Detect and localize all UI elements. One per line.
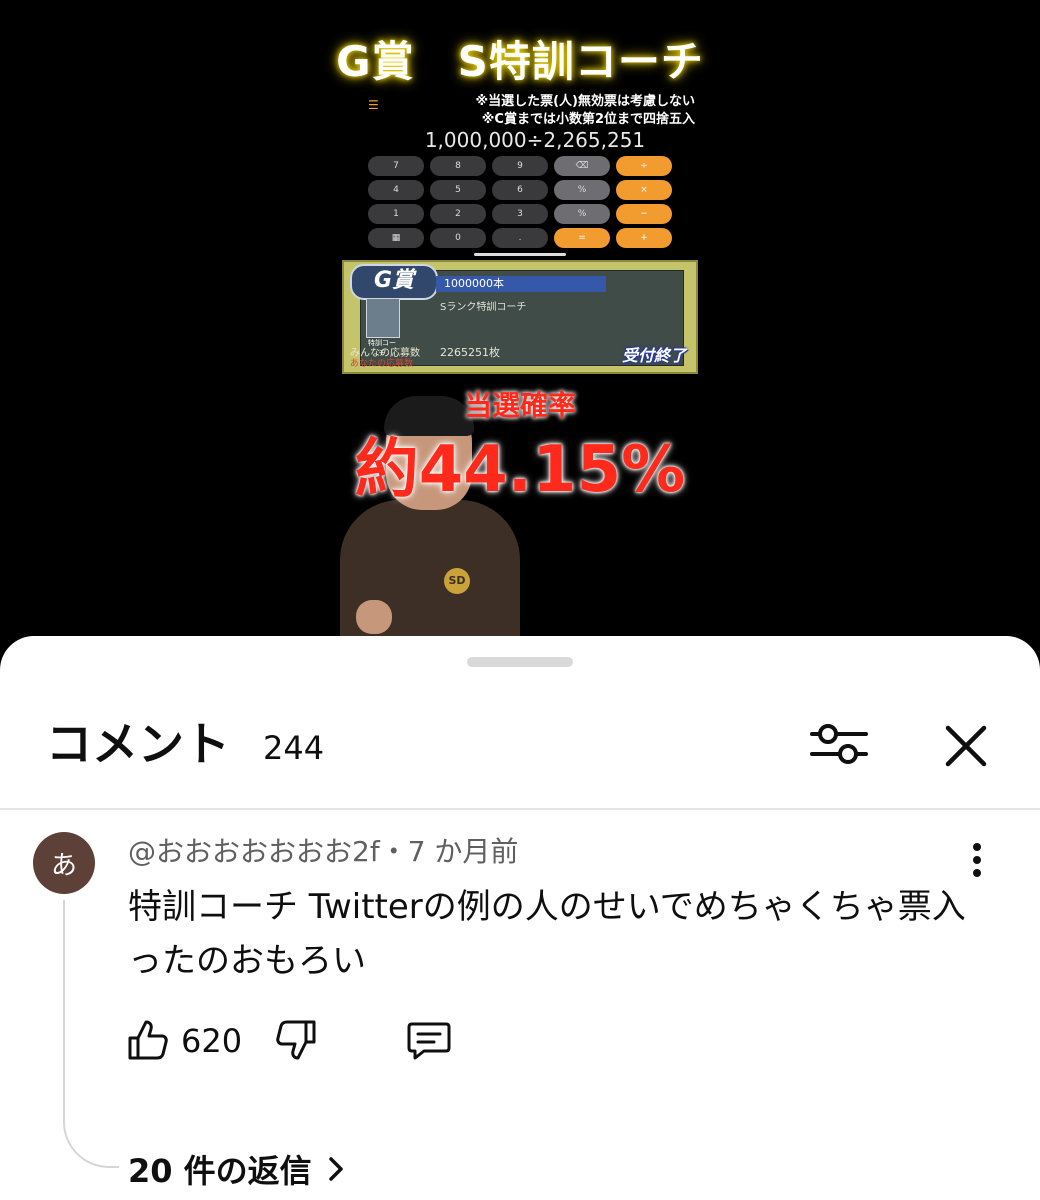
drag-handle[interactable] [467, 657, 573, 667]
comment-meta: @おおおおおおお2f・7 か月前 [128, 830, 518, 870]
calc-key: 2 [430, 204, 486, 224]
close-icon [945, 725, 987, 767]
calc-key: 6 [492, 180, 548, 200]
my-applications-label: あなたの応募数 [350, 359, 414, 369]
applicants-value: 2265251枚 [440, 346, 500, 359]
calc-key: 4 [368, 180, 424, 200]
calc-key: − [616, 204, 672, 224]
prize-name: Sランク特訓コーチ [440, 302, 527, 313]
calc-key: ⌫ [554, 156, 610, 176]
calc-key: 9 [492, 156, 548, 176]
comments-sheet: コメント 244 あ @おおおおおおお2f・7 か月前 特訓コーチ Twitte… [0, 636, 1040, 1200]
view-replies-button[interactable]: 20 件の返信 [128, 1146, 346, 1192]
calculator-expression: 1,000,000÷2,265,251 [424, 128, 646, 152]
comment-time: 7 か月前 [407, 835, 519, 868]
video-note-2: ※C賞までは小数第2位まで四捨五入 [481, 112, 695, 127]
comments-title: コメント [46, 717, 230, 771]
player-thumbnail [366, 298, 400, 338]
like-count: 620 [181, 1022, 243, 1060]
like-button[interactable] [126, 1018, 170, 1062]
calc-key: 1 [368, 204, 424, 224]
meta-separator: ・ [379, 835, 408, 868]
calc-key: = [554, 228, 610, 248]
calc-key: 8 [430, 156, 486, 176]
video-overlay-title: G賞 S特訓コーチ [336, 37, 704, 86]
home-indicator [474, 253, 566, 256]
calc-key: × [616, 180, 672, 200]
chevron-right-icon [328, 1157, 343, 1181]
presenter-hand [356, 600, 392, 634]
video-player[interactable]: G賞 S特訓コーチ ☰ ※当選した票(人)無効票は考慮しない ※C賞までは小数第… [0, 0, 1040, 660]
video-note-1: ※当選した票(人)無効票は考慮しない [475, 94, 695, 109]
more-options-button[interactable] [962, 840, 992, 880]
thumb-up-icon [128, 1020, 168, 1060]
more-vert-icon [973, 843, 981, 877]
comment-icon [407, 1022, 451, 1060]
closed-status: 受付終了 [621, 346, 686, 365]
comments-count: 244 [263, 729, 325, 767]
prize-badge: G賞 [350, 264, 438, 300]
list-icon: ☰ [368, 98, 379, 112]
prize-card: G賞 1000000本 Sランク特訓コーチ 特訓コーチ みんなの応募数 2265… [342, 260, 698, 374]
prize-count: 1000000本 [436, 276, 606, 292]
calc-key: % [554, 180, 610, 200]
comment-text: 特訓コーチ Twitterの例の人のせいでめちゃくちゃ票入ったのおもろい [128, 887, 966, 981]
calc-key: 7 [368, 156, 424, 176]
calc-key: % [554, 204, 610, 224]
filter-button[interactable] [808, 718, 870, 770]
replies-label: 20 件の返信 [128, 1152, 312, 1190]
avatar[interactable]: あ [33, 832, 95, 894]
calc-key: 5 [430, 180, 486, 200]
calc-key: + [616, 228, 672, 248]
comment-author[interactable]: @おおおおおおお2f [128, 835, 380, 868]
dislike-button[interactable] [274, 1018, 318, 1062]
sliders-icon [810, 724, 868, 764]
probability-value: 約44.15% [354, 433, 686, 507]
calc-key: ÷ [616, 156, 672, 176]
header-divider [0, 808, 1040, 810]
calc-key: 3 [492, 204, 548, 224]
calc-key: ▦ [368, 228, 424, 248]
thread-line [63, 900, 119, 1168]
calculator-keypad: 7 8 9 ⌫ ÷ 4 5 6 % × 1 2 3 % − ▦ 0 . = + [368, 156, 672, 248]
close-button[interactable] [940, 720, 992, 772]
calc-key: . [492, 228, 548, 248]
sd-logo: SD [444, 568, 470, 594]
calc-key: 0 [430, 228, 486, 248]
reply-button[interactable] [406, 1018, 452, 1062]
thumb-down-icon [276, 1020, 316, 1060]
